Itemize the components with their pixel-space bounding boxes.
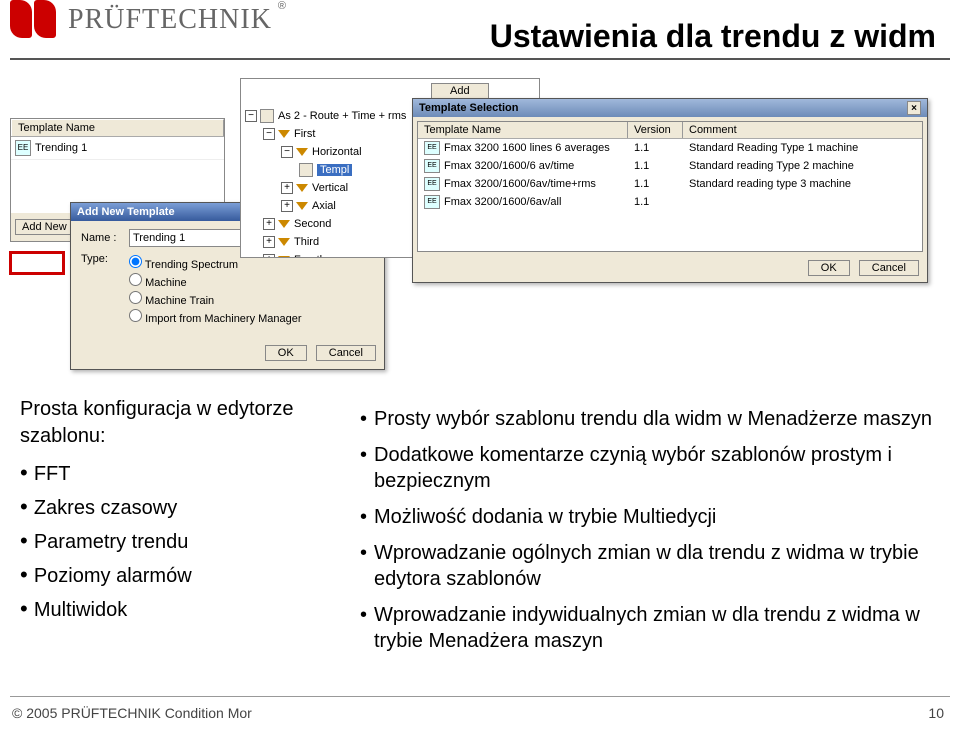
template-row-label: Trending 1 [35, 142, 87, 154]
name-label: Name : [81, 232, 129, 244]
col-comment[interactable]: Comment [683, 122, 922, 138]
radio-machine[interactable]: Machine [129, 273, 302, 289]
table-row[interactable]: EEFmax 3200/1600/6 av/time 1.1 Standard … [418, 157, 922, 175]
left-summary: Prosta konfiguracja w edytorze szablonu:… [20, 396, 320, 664]
left-heading: Prosta konfiguracja w edytorze szablonu: [20, 396, 320, 450]
title-underline [10, 58, 950, 60]
col-version[interactable]: Version [628, 122, 683, 138]
expand-icon[interactable]: − [245, 110, 257, 122]
reg-mark: ® [278, 0, 286, 12]
triangle-icon [296, 202, 308, 210]
row-icon: EE [424, 195, 440, 209]
expand-icon[interactable]: + [281, 182, 293, 194]
highlight-box [9, 251, 65, 275]
ok-button[interactable]: OK [808, 260, 850, 276]
table-row[interactable]: EEFmax 3200/1600/6av/time+rms 1.1 Standa… [418, 175, 922, 193]
list-item: Multiwidok [20, 594, 320, 624]
radio-machine-train[interactable]: Machine Train [129, 291, 302, 307]
template-icon: EE [15, 140, 31, 156]
page-number: 10 [928, 705, 944, 721]
expand-icon[interactable]: − [263, 128, 275, 140]
list-item: FFT [20, 458, 320, 488]
list-item: Możliwość dodania w trybie Multiedycji [360, 504, 940, 530]
footer-divider [10, 696, 950, 697]
dialog-title: Template Selection [419, 102, 518, 114]
template-selection-dialog: Template Selection × Template Name Versi… [412, 98, 928, 283]
triangle-icon [278, 238, 290, 246]
type-label: Type: [81, 253, 129, 265]
add-new-button[interactable]: Add New [15, 219, 74, 235]
expand-icon[interactable]: + [281, 200, 293, 212]
right-summary: Prosty wybór szablonu trendu dla widm w … [360, 396, 940, 664]
row-icon: EE [424, 141, 440, 155]
dialog-title: Add New Template [77, 206, 175, 218]
close-icon[interactable]: × [907, 101, 921, 115]
table-row[interactable]: EEFmax 3200/1600/6av/all 1.1 [418, 193, 922, 211]
cancel-button[interactable]: Cancel [316, 345, 376, 361]
list-item: Dodatkowe komentarze czynią wybór szablo… [360, 442, 940, 494]
ok-button[interactable]: OK [265, 345, 307, 361]
footer-copyright: © 2005 PRÜFTECHNIK Condition Mor [12, 705, 252, 721]
list-item: Zakres czasowy [20, 492, 320, 522]
logo-mark [10, 0, 58, 38]
logo-text: PRÜFTECHNIK [68, 4, 272, 36]
triangle-icon [278, 256, 290, 258]
node-icon [299, 163, 313, 177]
col-template-name[interactable]: Template Name [11, 119, 224, 136]
list-item: Wprowadzanie indywidualnych zmian w dla … [360, 602, 940, 654]
node-icon [260, 109, 274, 123]
cancel-button[interactable]: Cancel [859, 260, 919, 276]
row-icon: EE [424, 159, 440, 173]
triangle-icon [296, 148, 308, 156]
triangle-icon [278, 220, 290, 228]
expand-icon[interactable]: + [263, 236, 275, 248]
col-template-name[interactable]: Template Name [418, 122, 628, 138]
list-item: Parametry trendu [20, 526, 320, 556]
list-item: Wprowadzanie ogólnych zmian w dla trendu… [360, 540, 940, 592]
triangle-icon [278, 130, 290, 138]
row-icon: EE [424, 177, 440, 191]
expand-icon[interactable]: + [263, 254, 275, 258]
add-button[interactable]: Add [431, 83, 489, 99]
page-title: Ustawienia dla trendu z widm [490, 18, 936, 55]
expand-icon[interactable]: − [281, 146, 293, 158]
template-row[interactable]: EE Trending 1 [11, 137, 224, 159]
radio-import[interactable]: Import from Machinery Manager [129, 309, 302, 325]
expand-icon[interactable]: + [263, 218, 275, 230]
list-item: Poziomy alarmów [20, 560, 320, 590]
logo: PRÜFTECHNIK ® [10, 0, 286, 38]
list-item: Prosty wybór szablonu trendu dla widm w … [360, 406, 940, 432]
table-row[interactable]: EEFmax 3200 1600 lines 6 averages 1.1 St… [418, 139, 922, 157]
triangle-icon [296, 184, 308, 192]
